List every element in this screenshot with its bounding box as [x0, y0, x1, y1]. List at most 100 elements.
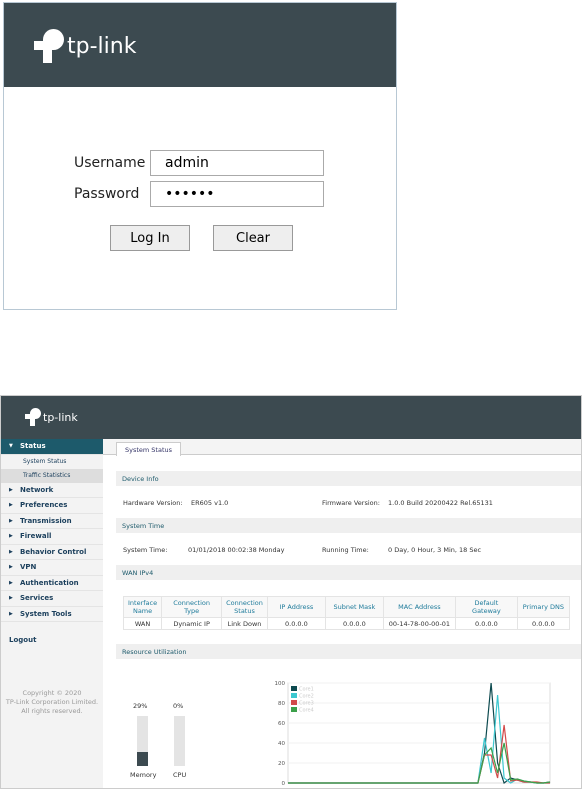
table-cell: 0.0.0.0: [454, 617, 518, 630]
hardware-version-label: Hardware Version:: [123, 499, 183, 507]
table-cell: 0.0.0.0: [324, 617, 384, 630]
legend-swatch: [291, 707, 297, 712]
hardware-version-value: ER605 v1.0: [191, 499, 229, 507]
sidebar-item-system-tools[interactable]: ▶ System Tools: [1, 607, 103, 622]
y-tick-label: 80: [278, 701, 285, 707]
sidebar-item-label: System Tools: [20, 609, 72, 618]
login-header: tp-link: [4, 3, 396, 87]
logout-link[interactable]: Logout: [1, 632, 103, 648]
login-button[interactable]: Log In: [110, 225, 190, 251]
y-tick-label: 100: [275, 681, 286, 687]
y-tick-label: 20: [278, 761, 285, 767]
sidebar-item-label: Preferences: [20, 501, 68, 510]
copyright-line: Copyright © 2020: [22, 689, 82, 697]
caret-right-icon: ▶: [9, 564, 13, 571]
sidebar-item-authentication[interactable]: ▶ Authentication: [1, 576, 103, 591]
cpu-core-chart: 0 20 40 60 80 100 Core1Core2Core3Core4: [275, 681, 551, 787]
copyright-line: TP-Link Corporation Limited.: [5, 698, 99, 706]
sidebar-item-services[interactable]: ▶ Services: [1, 591, 103, 607]
table-cell: Link Down: [221, 617, 268, 630]
sidebar-item-label: Firewall: [20, 532, 52, 541]
system-time-label: System Time:: [123, 546, 168, 554]
username-input[interactable]: [150, 150, 324, 176]
sidebar-item-status[interactable]: ▼ Status: [1, 439, 103, 455]
resource-utilization-header: Resource Utilization: [116, 644, 581, 659]
app-header: tp-link: [1, 396, 581, 439]
legend-label: Core2: [299, 694, 314, 700]
caret-right-icon: ▶: [9, 533, 13, 540]
sidebar-subitem[interactable]: Traffic Statistics: [1, 468, 103, 483]
y-tick-label: 40: [278, 741, 285, 747]
sidebar-item-network[interactable]: ▶ Network: [1, 483, 103, 498]
copyright: Copyright © 2020 TP-Link Corporation Limi…: [1, 689, 103, 716]
sidebar-item-label: Services: [20, 594, 54, 603]
memory-percent: 29%: [133, 702, 148, 710]
router-status-page: tp-link ▼ Status System Status Traffic Stat…: [0, 395, 582, 789]
firmware-version-label: Firmware Version:: [322, 499, 380, 507]
system-time-header: System Time: [116, 518, 581, 533]
sidebar-item-label: VPN: [20, 563, 37, 572]
legend-label: Core3: [299, 701, 314, 707]
sidebar-item-vpn[interactable]: ▶ VPN: [1, 560, 103, 576]
column-header: Primary DNS: [516, 596, 570, 618]
wan-ipv4-header: WAN IPv4: [116, 565, 581, 580]
running-time-label: Running Time:: [322, 546, 369, 554]
caret-right-icon: ▶: [9, 517, 13, 524]
tp-link-logo: tp-link: [25, 408, 78, 426]
firmware-version-value: 1.0.0 Build 20200422 Rel.65131: [388, 499, 493, 507]
sidebar-item-behavior-control[interactable]: ▶ Behavior Control: [1, 545, 103, 560]
sidebar-subitem[interactable]: System Status: [1, 455, 103, 469]
cpu-gauge: [174, 716, 185, 766]
cpu-percent: 0%: [173, 702, 184, 710]
y-tick-label: 60: [278, 721, 285, 727]
sidebar-item-label: Behavior Control: [20, 547, 87, 556]
sidebar-item-label: Network: [20, 485, 54, 494]
y-tick-label: 0: [282, 781, 286, 787]
caret-right-icon: ▶: [9, 486, 13, 493]
column-header: Default Gateway: [454, 596, 518, 618]
login-panel: tp-link Username Password Log In Clear: [3, 2, 397, 310]
legend-label: Core1: [299, 687, 314, 693]
caret-down-icon: ▼: [9, 443, 13, 450]
table-row: WAN Dynamic IP Link Down 0.0.0.0 0.0.0.0 00-1…: [122, 617, 570, 630]
sidebar: ▼ Status System Status Traffic Statistics ▶ N…: [1, 439, 103, 788]
caret-right-icon: ▶: [9, 502, 13, 509]
logo-text: tp-link: [67, 33, 137, 59]
tp-link-logo: tp-link: [34, 29, 136, 63]
series-line-core3: [288, 724, 550, 784]
legend-swatch: [291, 693, 297, 698]
table-cell: Dynamic IP: [161, 617, 223, 630]
sidebar-item-preferences[interactable]: ▶ Preferences: [1, 498, 103, 514]
legend-swatch: [291, 686, 297, 691]
table-cell: 0.0.0.0: [266, 617, 326, 630]
column-header: Interface Name: [122, 596, 163, 618]
cpu-label: CPU: [173, 771, 187, 779]
caret-right-icon: ▶: [9, 595, 13, 602]
column-header: Connection Status: [221, 596, 268, 618]
memory-gauge: [137, 716, 148, 766]
username-label: Username: [74, 155, 146, 171]
device-info-header: Device Info: [116, 471, 581, 486]
series-line-core2: [288, 694, 550, 784]
sidebar-item-firewall[interactable]: ▶ Firewall: [1, 529, 103, 545]
password-input[interactable]: [150, 181, 324, 207]
column-header: MAC Address: [382, 596, 456, 618]
column-header: IP Address: [266, 596, 326, 618]
sidebar-item-label: Authentication: [20, 578, 79, 587]
logo-text: tp-link: [43, 410, 78, 424]
caret-right-icon: ▶: [9, 548, 13, 555]
plot-area: [287, 682, 551, 784]
table-cell: 0.0.0.0: [516, 617, 570, 630]
series-line-core1: [288, 682, 551, 784]
sidebar-item-transmission[interactable]: ▶ Transmission: [1, 514, 103, 529]
memory-label: Memory: [130, 771, 157, 779]
table-header-row: Interface Name Connection Type Connection …: [122, 596, 570, 618]
running-time-value: 0 Day, 0 Hour, 3 Min, 18 Sec: [388, 546, 482, 554]
copyright-line: All rights reserved.: [21, 707, 83, 715]
table-cell: WAN: [122, 617, 163, 630]
password-label: Password: [74, 186, 140, 202]
tab-system-status[interactable]: System Status: [116, 442, 182, 456]
sidebar-item-label: Transmission: [20, 516, 72, 525]
clear-button[interactable]: Clear: [213, 225, 293, 251]
legend-swatch: [291, 700, 297, 705]
